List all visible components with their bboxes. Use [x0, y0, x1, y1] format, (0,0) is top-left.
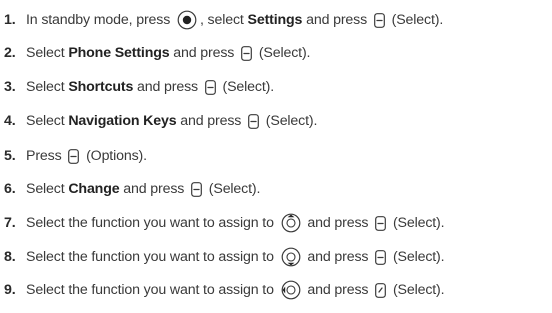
- step-number: 5.: [4, 148, 16, 164]
- step-text: Select Phone Settings and press (Select)…: [26, 45, 310, 61]
- instruction-text: and press: [303, 249, 373, 265]
- instruction-text: (Select).: [205, 181, 261, 197]
- left-softkey-icon: [204, 79, 216, 95]
- menu-item-name: Phone Settings: [68, 45, 170, 61]
- instruction-text: (Select).: [389, 215, 445, 231]
- instruction-text: (Select).: [389, 249, 445, 265]
- instruction-text: Select: [26, 79, 69, 95]
- instruction-text: and press: [303, 215, 373, 231]
- nav-left-key-icon: [281, 280, 301, 300]
- instruction-text: Select the function you want to assign t…: [26, 215, 278, 231]
- nav-up-key-icon: [281, 213, 301, 233]
- step-8: 8. Select the function you want to assign…: [0, 246, 445, 268]
- step-number: 8.: [4, 249, 16, 265]
- right-softkey-icon: [375, 282, 387, 298]
- step-text: Select the function you want to assign t…: [26, 280, 445, 300]
- instruction-text: and press: [169, 45, 239, 61]
- instruction-text: and press: [119, 181, 189, 197]
- instruction-text: Select: [26, 113, 69, 129]
- step-number: 4.: [4, 113, 16, 129]
- instruction-text: (Select).: [255, 45, 311, 61]
- instruction-text: and press: [303, 282, 373, 298]
- step-text: In standby mode, press , select Settings…: [26, 10, 443, 30]
- left-softkey-icon: [373, 12, 385, 28]
- instruction-text: Select the function you want to assign t…: [26, 249, 278, 265]
- menu-item-name: Navigation Keys: [68, 113, 177, 129]
- instruction-text: , select: [199, 12, 248, 28]
- instruction-text: (Select).: [218, 79, 275, 95]
- instruction-text: Select: [26, 45, 69, 61]
- left-softkey-icon: [68, 148, 80, 164]
- step-number: 3.: [4, 79, 16, 95]
- instruction-text: (Select).: [262, 113, 318, 129]
- step-5: 5. Press (Options).: [0, 145, 147, 167]
- step-2: 2. Select Phone Settings and press (Selec…: [0, 42, 310, 64]
- step-3: 3. Select Shortcuts and press (Select).: [0, 76, 274, 98]
- step-7: 7. Select the function you want to assign…: [0, 212, 445, 234]
- step-number: 9.: [4, 282, 16, 298]
- instruction-text: (Options).: [82, 148, 147, 164]
- step-4: 4. Select Navigation Keys and press (Sele…: [0, 110, 317, 132]
- menu-item-name: Change: [68, 181, 120, 197]
- step-1: 1. In standby mode, press , select Settin…: [0, 9, 443, 31]
- step-text: Select the function you want to assign t…: [26, 213, 445, 233]
- instruction-text: In standby mode, press: [26, 12, 174, 28]
- left-softkey-icon: [241, 45, 252, 61]
- left-softkey-icon: [248, 113, 259, 129]
- step-number: 2.: [4, 45, 16, 61]
- step-text: Press (Options).: [26, 148, 147, 164]
- step-number: 1.: [4, 12, 16, 28]
- menu-item-name: Settings: [247, 12, 303, 28]
- instruction-text: Select: [26, 181, 69, 197]
- step-text: Select Shortcuts and press (Select).: [26, 79, 274, 95]
- instruction-text: and press: [176, 113, 246, 129]
- step-number: 7.: [4, 215, 16, 231]
- menu-item-name: Shortcuts: [68, 79, 134, 95]
- center-key-icon: [177, 10, 197, 30]
- step-text: Select Navigation Keys and press (Select…: [26, 113, 317, 129]
- step-number: 6.: [4, 181, 16, 197]
- nav-down-key-icon: [281, 247, 301, 267]
- step-6: 6. Select Change and press (Select).: [0, 178, 260, 200]
- step-text: Select Change and press (Select).: [26, 181, 260, 197]
- instruction-text: and press: [133, 79, 202, 95]
- step-text: Select the function you want to assign t…: [26, 247, 445, 267]
- instruction-text: (Select).: [387, 12, 444, 28]
- step-9: 9. Select the function you want to assign…: [0, 279, 445, 301]
- left-softkey-icon: [191, 181, 202, 197]
- left-softkey-icon: [375, 215, 387, 231]
- left-softkey-icon: [375, 249, 387, 265]
- instruction-text: Press: [26, 148, 66, 164]
- instruction-text: Select the function you want to assign t…: [26, 282, 278, 298]
- instruction-text: and press: [302, 12, 371, 28]
- instruction-text: (Select).: [389, 282, 445, 298]
- instruction-steps: 1. In standby mode, press , select Settin…: [0, 0, 552, 313]
